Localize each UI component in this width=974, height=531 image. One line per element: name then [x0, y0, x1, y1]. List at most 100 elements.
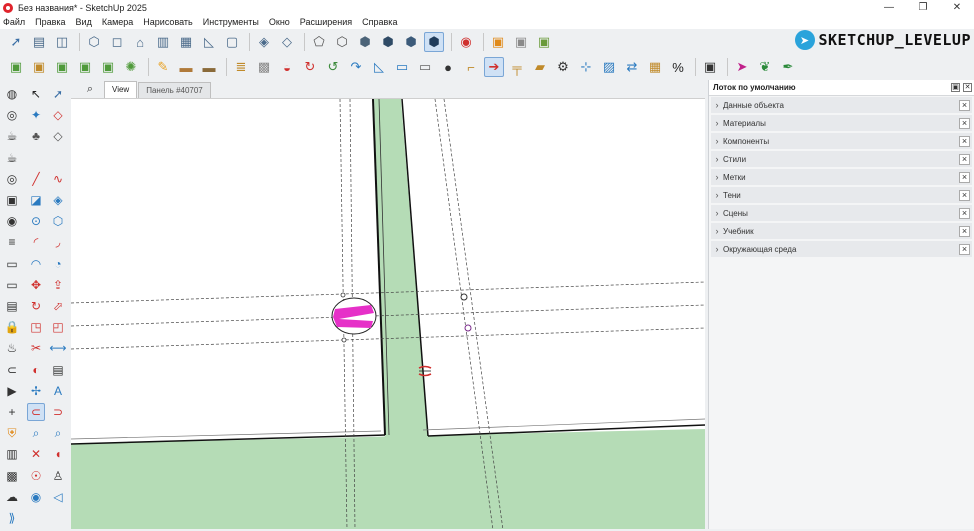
close-icon[interactable]: ×: [959, 190, 970, 201]
drill-icon[interactable]: ➔: [484, 57, 504, 77]
front-view-icon[interactable]: ⌂: [130, 32, 150, 52]
rotated-rect-icon[interactable]: ◈: [49, 191, 67, 209]
monochrome-icon[interactable]: ⬢: [401, 32, 421, 52]
model-viewport[interactable]: [71, 98, 705, 529]
chevron-right-icon[interactable]: ›: [711, 136, 723, 146]
chevron-right-icon[interactable]: ›: [711, 100, 723, 110]
building-icon[interactable]: ▥: [3, 445, 21, 463]
plate-icon[interactable]: ▭: [415, 57, 435, 77]
image-icon[interactable]: ▣: [3, 191, 21, 209]
minimize-button[interactable]: —: [872, 0, 906, 15]
maximize-button[interactable]: ❐: [906, 0, 940, 15]
tray-panel[interactable]: › Сцены ×: [711, 205, 972, 222]
close-icon[interactable]: ×: [959, 154, 970, 165]
chevron-right-icon[interactable]: ›: [711, 226, 723, 236]
zoom-window-icon[interactable]: ⌕: [49, 424, 67, 442]
tray-panel[interactable]: › Данные объекта ×: [711, 97, 972, 114]
section-fill-icon[interactable]: ⊃: [49, 403, 67, 421]
layers-icon[interactable]: ≡: [3, 233, 21, 251]
zoom-extents-icon[interactable]: ✕: [27, 445, 45, 463]
knob-icon[interactable]: ●: [438, 57, 458, 77]
lasso-icon[interactable]: ➚: [49, 85, 67, 103]
triangle-icon[interactable]: ◺: [369, 57, 389, 77]
position-camera-icon[interactable]: ☉: [27, 467, 45, 485]
box-star-icon[interactable]: ▣: [98, 57, 118, 77]
beam-icon[interactable]: ▬: [199, 57, 219, 77]
close-icon[interactable]: ×: [959, 226, 970, 237]
close-icon[interactable]: ×: [959, 118, 970, 129]
frame-icon[interactable]: ▨: [599, 57, 619, 77]
zoom-icon[interactable]: ⌕: [27, 424, 45, 442]
chevron-right-icon[interactable]: ›: [711, 118, 723, 128]
board-icon[interactable]: ▰: [530, 57, 550, 77]
stack-icon[interactable]: ≣: [231, 57, 251, 77]
top-view-icon[interactable]: ◻: [107, 32, 127, 52]
axes-icon[interactable]: ✢: [27, 382, 45, 400]
menu-item[interactable]: Расширения: [300, 17, 352, 27]
section-icon[interactable]: ⊂: [27, 403, 45, 421]
camera-round-icon[interactable]: ◉: [3, 212, 21, 230]
diamond-icon[interactable]: ◇: [49, 127, 67, 145]
tray-panel[interactable]: › Метки ×: [711, 169, 972, 186]
teapot-icon[interactable]: ☕: [3, 127, 21, 145]
tray-panel[interactable]: › Окружающая среда ×: [711, 241, 972, 258]
left-view-icon[interactable]: ◺: [199, 32, 219, 52]
tray-panel[interactable]: › Учебник ×: [711, 223, 972, 240]
rotate-blue-icon[interactable]: ↷: [346, 57, 366, 77]
line-icon[interactable]: ╱: [27, 170, 45, 188]
tray-close-button[interactable]: ✕: [963, 83, 972, 92]
close-icon[interactable]: ×: [959, 136, 970, 147]
percent-icon[interactable]: %: [668, 57, 688, 77]
close-icon[interactable]: ×: [959, 208, 970, 219]
menu-item[interactable]: Справка: [362, 17, 397, 27]
followme-icon[interactable]: ⬀: [49, 297, 67, 315]
monochrome-active-icon[interactable]: ⬢: [424, 32, 444, 52]
bottom-view-icon[interactable]: ▢: [222, 32, 242, 52]
menu-item[interactable]: Правка: [35, 17, 65, 27]
pencil-icon[interactable]: ✎: [153, 57, 173, 77]
menu-item[interactable]: Нарисовать: [143, 17, 192, 27]
curve-icon[interactable]: ↻: [300, 57, 320, 77]
green-box-icon[interactable]: ▣: [6, 57, 26, 77]
select-icon[interactable]: ↖: [27, 85, 45, 103]
split-panel-icon[interactable]: ◫: [52, 32, 72, 52]
video-icon[interactable]: ▶: [3, 382, 21, 400]
offset-icon[interactable]: ◰: [49, 318, 67, 336]
wireframe-icon[interactable]: ⬠: [309, 32, 329, 52]
menu-item[interactable]: Файл: [3, 17, 25, 27]
menu-item[interactable]: Окно: [269, 17, 290, 27]
box-arrows-icon[interactable]: ▣: [75, 57, 95, 77]
plant-icon[interactable]: ❦: [755, 57, 775, 77]
lock-icon[interactable]: 🔒: [3, 318, 21, 336]
menu-item[interactable]: Вид: [76, 17, 92, 27]
tag-icon[interactable]: ♣: [27, 127, 45, 145]
search-icon[interactable]: ⌕: [76, 80, 104, 98]
tray-panel[interactable]: › Компоненты ×: [711, 133, 972, 150]
tape-icon[interactable]: ✂: [27, 339, 45, 357]
shaded-icon[interactable]: ⬢: [355, 32, 375, 52]
tray-panel[interactable]: › Стили ×: [711, 151, 972, 168]
tray-panel[interactable]: › Материалы ×: [711, 115, 972, 132]
crate-icon[interactable]: ▦: [645, 57, 665, 77]
arc-icon[interactable]: ◜: [27, 233, 45, 251]
paint-bucket-icon[interactable]: ✦: [27, 106, 45, 124]
text-icon[interactable]: ▤: [49, 361, 67, 379]
back-view-icon[interactable]: ▦: [176, 32, 196, 52]
display-icon[interactable]: ▭: [3, 276, 21, 294]
chevrons-icon[interactable]: ⟫: [3, 509, 21, 527]
rectangle-icon[interactable]: ◪: [27, 191, 45, 209]
sound-icon[interactable]: ◁: [49, 488, 67, 506]
shaded-textures-icon[interactable]: ⬢: [378, 32, 398, 52]
scale-icon[interactable]: ◳: [27, 318, 45, 336]
add-icon[interactable]: +: [3, 403, 21, 421]
tab-view[interactable]: View: [104, 81, 138, 98]
pie-icon[interactable]: ◔: [49, 255, 67, 273]
arc3-icon[interactable]: ◠: [27, 255, 45, 273]
chevron-right-icon[interactable]: ›: [711, 208, 723, 218]
box-plus-icon[interactable]: ▣: [29, 57, 49, 77]
look-around-icon[interactable]: ◉: [27, 488, 45, 506]
paint-icon[interactable]: ✒: [778, 57, 798, 77]
scene-icon[interactable]: ▭: [3, 255, 21, 273]
menu-item[interactable]: Камера: [102, 17, 133, 27]
close-button[interactable]: ✕: [940, 0, 974, 15]
